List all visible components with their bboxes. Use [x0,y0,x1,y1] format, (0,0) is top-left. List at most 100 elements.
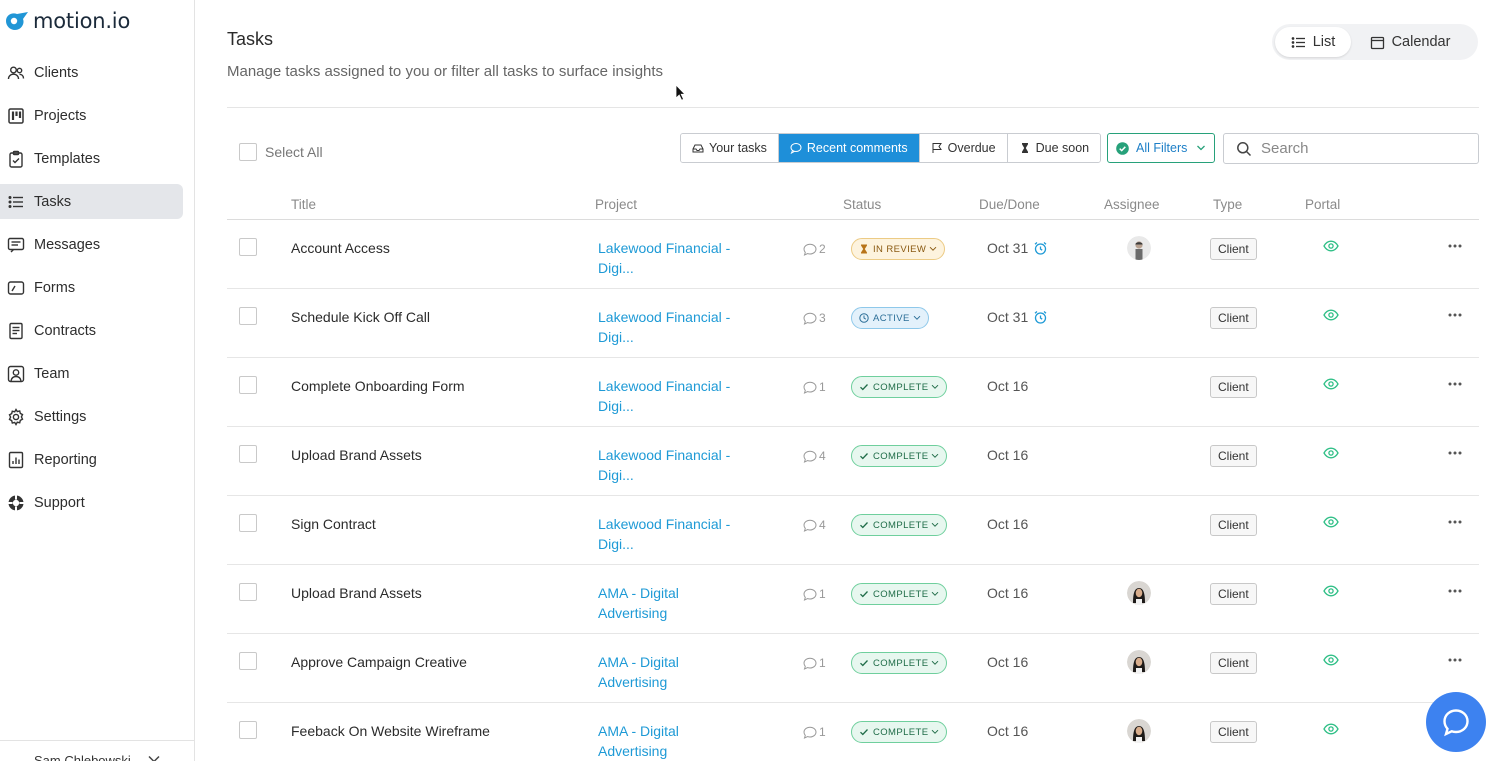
eye-icon[interactable] [1323,585,1339,597]
avatar[interactable] [1127,236,1151,260]
user-menu[interactable]: Sam Chlebowski [0,740,195,761]
select-all[interactable]: Select All [239,143,323,161]
column-status[interactable]: Status [843,197,881,212]
your-tasks-filter-button[interactable]: Your tasks [681,134,779,162]
status-badge[interactable]: COMPLETE [851,652,948,674]
more-options-icon[interactable] [1448,244,1462,248]
row-checkbox[interactable] [239,238,257,256]
more-options-icon[interactable] [1448,451,1462,455]
column-type[interactable]: Type [1213,197,1242,212]
status-badge[interactable]: IN REVIEW [851,238,946,260]
sidebar-item-messages[interactable]: Messages [0,227,183,262]
comment-count[interactable]: 3 [803,311,826,325]
search-input[interactable] [1261,140,1461,157]
comment-count[interactable]: 4 [803,518,826,532]
project-link[interactable]: Lakewood Financial - Digi... [598,238,748,278]
status-badge[interactable]: COMPLETE [851,514,948,536]
table-row[interactable]: Feeback On Website Wireframe AMA - Digita… [227,703,1479,761]
avatar[interactable] [1127,581,1151,605]
table-row[interactable]: Complete Onboarding Form Lakewood Financi… [227,358,1479,427]
table-row[interactable]: Schedule Kick Off Call Lakewood Financial… [227,289,1479,358]
comment-count[interactable]: 1 [803,725,826,739]
table-row[interactable]: Upload Brand Assets Lakewood Financial - D… [227,427,1479,496]
eye-icon[interactable] [1323,516,1339,528]
more-options-icon[interactable] [1448,382,1462,386]
row-checkbox[interactable] [239,583,257,601]
type-chip: Client [1210,514,1257,536]
eye-icon[interactable] [1323,723,1339,735]
column-project[interactable]: Project [595,197,637,212]
task-title[interactable]: Schedule Kick Off Call [291,309,430,325]
comment-count[interactable]: 1 [803,380,826,394]
more-options-icon[interactable] [1448,589,1462,593]
project-link[interactable]: Lakewood Financial - Digi... [598,376,748,416]
row-checkbox[interactable] [239,445,257,463]
table-row[interactable]: Sign Contract Lakewood Financial - Digi...… [227,496,1479,565]
row-checkbox[interactable] [239,721,257,739]
project-link[interactable]: Lakewood Financial - Digi... [598,445,748,485]
overdue-filter-button[interactable]: Overdue [919,134,1008,162]
sidebar-item-team[interactable]: Team [0,356,183,391]
search-icon [1237,141,1252,156]
recent-comments-filter-button[interactable]: Recent comments [778,134,920,162]
project-link[interactable]: Lakewood Financial - Digi... [598,307,748,347]
status-badge[interactable]: COMPLETE [851,376,948,398]
sidebar-item-tasks[interactable]: Tasks [0,184,183,219]
project-link[interactable]: AMA - Digital Advertising [598,721,748,761]
eye-icon[interactable] [1323,447,1339,459]
status-badge[interactable]: COMPLETE [851,445,948,467]
help-chat-button[interactable] [1426,692,1486,752]
table-row[interactable]: Account Access Lakewood Financial - Digi..… [227,220,1479,289]
sidebar-item-settings[interactable]: Settings [0,399,183,434]
row-checkbox[interactable] [239,514,257,532]
sidebar-item-templates[interactable]: Templates [0,141,183,176]
more-options-icon[interactable] [1448,520,1462,524]
status-badge[interactable]: COMPLETE [851,721,948,743]
row-checkbox[interactable] [239,376,257,394]
column-assignee[interactable]: Assignee [1104,197,1160,212]
row-checkbox[interactable] [239,307,257,325]
comment-count[interactable]: 4 [803,449,826,463]
logo[interactable]: motion.io [4,7,130,35]
table-row[interactable]: Approve Campaign Creative AMA - Digital Ad… [227,634,1479,703]
sidebar-item-forms[interactable]: Forms [0,270,183,305]
sidebar-item-contracts[interactable]: Contracts [0,313,183,348]
task-title[interactable]: Upload Brand Assets [291,447,422,463]
task-title[interactable]: Complete Onboarding Form [291,378,465,394]
due-soon-filter-button[interactable]: Due soon [1007,134,1101,162]
row-checkbox[interactable] [239,652,257,670]
project-link[interactable]: AMA - Digital Advertising [598,652,748,692]
task-title[interactable]: Upload Brand Assets [291,585,422,601]
sidebar-item-clients[interactable]: Clients [0,55,183,90]
task-title[interactable]: Account Access [291,240,390,256]
column-due[interactable]: Due/Done [979,197,1040,212]
sidebar-item-reporting[interactable]: Reporting [0,442,183,477]
eye-icon[interactable] [1323,378,1339,390]
task-title[interactable]: Approve Campaign Creative [291,654,467,670]
avatar[interactable] [1127,719,1151,743]
column-portal[interactable]: Portal [1305,197,1340,212]
sidebar-item-projects[interactable]: Projects [0,98,183,133]
avatar[interactable] [1127,650,1151,674]
select-all-checkbox[interactable] [239,143,257,161]
list-view-button[interactable]: List [1275,27,1351,57]
more-options-icon[interactable] [1448,313,1462,317]
comment-count[interactable]: 1 [803,587,826,601]
column-title[interactable]: Title [291,197,316,212]
task-title[interactable]: Sign Contract [291,516,376,532]
table-row[interactable]: Upload Brand Assets AMA - Digital Advertis… [227,565,1479,634]
comment-count[interactable]: 2 [803,242,826,256]
comment-count[interactable]: 1 [803,656,826,670]
eye-icon[interactable] [1323,309,1339,321]
eye-icon[interactable] [1323,240,1339,252]
task-title[interactable]: Feeback On Website Wireframe [291,723,490,739]
all-filters-button[interactable]: All Filters [1107,133,1215,163]
project-link[interactable]: Lakewood Financial - Digi... [598,514,748,554]
calendar-view-button[interactable]: Calendar [1351,27,1469,57]
status-badge[interactable]: ACTIVE [851,307,929,329]
sidebar-item-support[interactable]: Support [0,485,183,520]
status-badge[interactable]: COMPLETE [851,583,948,605]
eye-icon[interactable] [1323,654,1339,666]
project-link[interactable]: AMA - Digital Advertising [598,583,748,623]
more-options-icon[interactable] [1448,658,1462,662]
